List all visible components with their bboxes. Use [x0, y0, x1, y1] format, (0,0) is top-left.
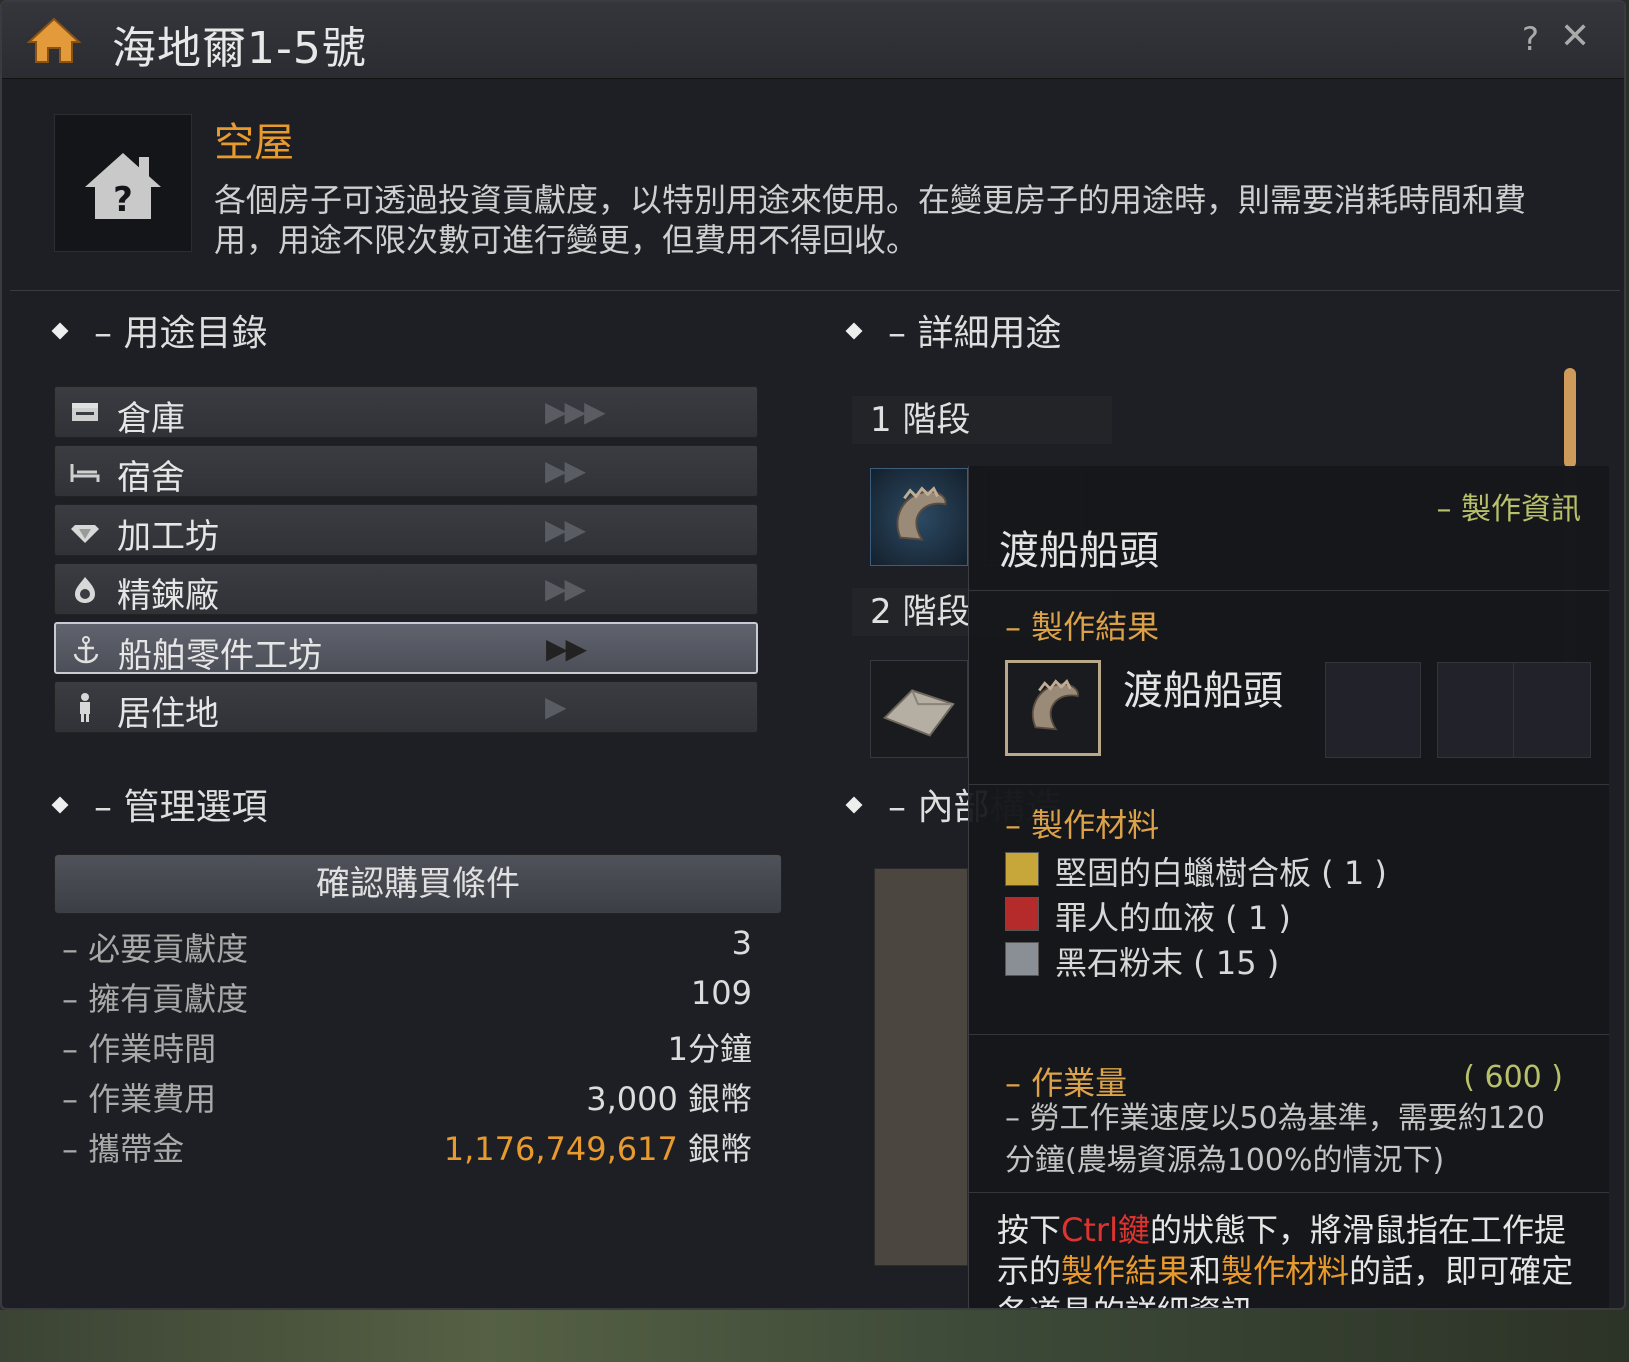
work-amount-value: ( 600 ) — [1463, 1060, 1563, 1095]
silver-amount: 1,176,749,617 — [443, 1130, 678, 1168]
level-arrows-icon: ▶▶ — [545, 572, 586, 605]
stat-label: – 必要貢獻度 — [62, 930, 249, 968]
material-icon — [1005, 897, 1039, 931]
usage-menu-item[interactable]: 加工坊 ▶▶ — [54, 504, 758, 557]
ship-figurehead-icon — [1031, 679, 1079, 731]
tooltip-item-name: 渡船船頭 — [999, 528, 1159, 574]
help-button[interactable]: ? — [1522, 20, 1539, 58]
stat-value: 3 — [731, 924, 752, 962]
usage-menu-label: 加工坊 — [117, 517, 219, 557]
diamond-bullet-icon — [51, 796, 69, 814]
usage-list-heading: – 用途目錄 — [51, 304, 267, 356]
material-icon — [1005, 852, 1039, 886]
stage-1-label: 1 階段 — [852, 396, 1112, 444]
house-header: ? 空屋 各個房子可透過投資貢獻度，以特別用途來使用。在變更房子的用途時，則需要… — [10, 86, 1620, 291]
material-name: 堅固的白蠟樹合板 ( 1 ) — [1055, 854, 1387, 892]
detail-usage-heading: – 詳細用途 — [845, 304, 1061, 356]
stat-label: – 擁有貢獻度 — [62, 980, 249, 1018]
part-slot-faded[interactable] — [1325, 662, 1421, 758]
stage-1-item-slot[interactable] — [870, 468, 968, 566]
flame-icon — [69, 574, 101, 606]
level-arrows-icon: ▶ — [545, 690, 567, 723]
usage-menu-item[interactable]: 倉庫 ▶▶▶ — [54, 386, 758, 439]
diamond-bullet-icon — [845, 322, 863, 340]
stat-row: – 攜帶金 1,176,749,617 銀幣 — [62, 1124, 752, 1170]
stat-row: – 必要貢獻度 3 — [62, 924, 752, 970]
fabric-sail-icon — [882, 689, 955, 737]
gem-icon — [69, 515, 101, 547]
bed-icon — [69, 456, 101, 488]
crafting-tooltip: – 製作資訊 渡船船頭 – 製作結果 渡船船頭 – 製作材料 堅固的白蠟樹合板 … — [968, 466, 1609, 1308]
result-item-slot[interactable] — [1005, 660, 1101, 756]
level-arrows-icon: ▶▶ — [545, 513, 586, 546]
svg-text:?: ? — [113, 180, 133, 220]
diamond-bullet-icon — [51, 322, 69, 340]
house-status-title: 空屋 — [214, 120, 294, 166]
management-heading: – 管理選項 — [51, 778, 267, 830]
stat-row: – 擁有貢獻度 109 — [62, 974, 752, 1020]
stage-2-item-slot[interactable] — [870, 660, 968, 758]
stat-row: – 作業費用 3,000 銀幣 — [62, 1074, 752, 1120]
usage-menu-label: 居住地 — [117, 694, 219, 734]
materials-heading: – 製作材料 — [1005, 806, 1160, 844]
house-window: 海地爾1-5號 ? ✕ ? 空屋 各個房子可透過投資貢獻度，以特別用途來使用。在… — [0, 0, 1626, 1310]
material-name: 黑石粉末 ( 15 ) — [1055, 944, 1280, 982]
stat-label: – 作業時間 — [62, 1030, 217, 1068]
divider — [969, 590, 1609, 591]
divider — [969, 784, 1609, 785]
material-name: 罪人的血液 ( 1 ) — [1055, 899, 1291, 937]
scroll-thumb[interactable] — [1564, 368, 1576, 468]
close-button[interactable]: ✕ — [1560, 16, 1590, 57]
result-item-name: 渡船船頭 — [1123, 668, 1283, 714]
house-description: 各個房子可透過投資貢獻度，以特別用途來使用。在變更房子的用途時，則需要消耗時間和… — [214, 181, 1527, 259]
person-icon — [69, 692, 101, 724]
storage-icon — [69, 397, 101, 429]
stat-value: 3,000 銀幣 — [586, 1080, 752, 1118]
result-heading: – 製作結果 — [1005, 608, 1160, 646]
stat-value: 1,176,749,617 銀幣 — [444, 1124, 752, 1170]
usage-menu-label: 宿舍 — [117, 458, 185, 498]
usage-menu-label: 精鍊廠 — [117, 576, 219, 616]
part-slot-faded[interactable] — [1513, 662, 1591, 758]
background-terrain — [0, 1310, 1629, 1362]
tooltip-hint: 按下Ctrl鍵的狀態下，將滑鼠指在工作提示的製作結果和製作材料的話，即可確定各道… — [997, 1211, 1574, 1308]
stat-label: – 攜帶金 — [62, 1130, 185, 1168]
usage-menu-item[interactable]: 居住地 ▶ — [54, 681, 758, 734]
stat-label: – 作業費用 — [62, 1080, 217, 1118]
diamond-bullet-icon — [845, 796, 863, 814]
home-icon — [26, 17, 82, 63]
interior-map-preview — [874, 868, 968, 1266]
house-unknown-icon: ? — [54, 114, 192, 252]
level-arrows-icon: ▶▶ — [545, 454, 586, 487]
work-description: – 勞工作業速度以50為基準，需要約120分鐘(農場資源為100%的情況下) — [1005, 1101, 1545, 1178]
silver-unit: 銀幣 — [687, 1130, 752, 1168]
anchor-icon — [70, 634, 102, 666]
stat-value: 1分鐘 — [667, 1030, 752, 1068]
confirm-purchase-button[interactable]: 確認購買條件 — [54, 854, 782, 914]
window-title: 海地爾1-5號 — [112, 23, 367, 74]
divider — [969, 1034, 1609, 1035]
usage-menu-item[interactable]: 宿舍 ▶▶ — [54, 445, 758, 498]
tooltip-info-label: – 製作資訊 — [1436, 492, 1581, 527]
usage-menu-label: 倉庫 — [117, 399, 185, 439]
divider — [969, 1192, 1609, 1193]
title-bar[interactable]: 海地爾1-5號 ? ✕ — [2, 2, 1624, 79]
stat-value: 109 — [690, 974, 752, 1012]
usage-menu-item[interactable]: 精鍊廠 ▶▶ — [54, 563, 758, 616]
material-icon — [1005, 942, 1039, 976]
stat-row: – 作業時間 1分鐘 — [62, 1024, 752, 1070]
ship-figurehead-icon — [896, 486, 947, 541]
usage-menu-item[interactable]: 船舶零件工坊 ▶▶ — [54, 622, 758, 676]
level-arrows-icon: ▶▶▶ — [545, 395, 606, 428]
usage-menu-label: 船舶零件工坊 — [118, 636, 322, 676]
level-arrows-icon: ▶▶ — [546, 632, 587, 665]
